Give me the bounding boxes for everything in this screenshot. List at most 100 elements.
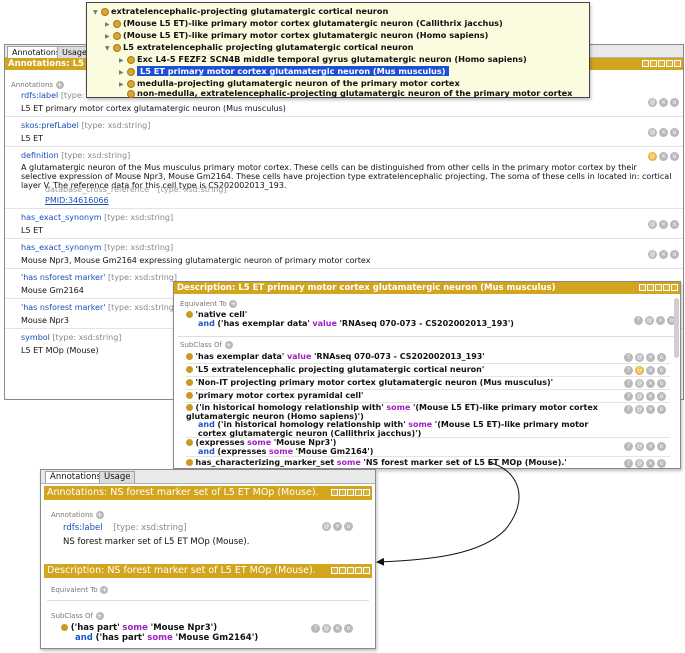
- tree-node[interactable]: ▶ (Mouse L5 ET)-like primary motor cortex…: [87, 29, 488, 41]
- tree-node[interactable]: non-medulla, extratelencephalic-projecti…: [87, 87, 572, 99]
- minimize-icon[interactable]: [655, 284, 662, 291]
- delete-icon[interactable]: ×: [659, 98, 668, 107]
- delete-icon[interactable]: ×: [646, 392, 655, 401]
- edit-icon[interactable]: o: [670, 250, 679, 259]
- annotate-icon[interactable]: @: [635, 366, 644, 375]
- explain-icon[interactable]: ?: [624, 442, 633, 451]
- close-icon[interactable]: [363, 489, 370, 496]
- delete-icon[interactable]: ×: [646, 366, 655, 375]
- add-annotation-icon[interactable]: +: [95, 510, 104, 519]
- explain-icon[interactable]: ?: [624, 459, 633, 468]
- annotate-icon[interactable]: @: [648, 220, 657, 229]
- pin-icon[interactable]: [339, 567, 346, 574]
- tree-node-selected[interactable]: ▶ L5 ET primary motor cortex glutamatergi…: [87, 65, 449, 77]
- delete-icon[interactable]: ×: [646, 353, 655, 362]
- annotation-property[interactable]: has_exact_synonym: [21, 213, 102, 222]
- tree-node[interactable]: ▶ Exc L4-5 FEZF2 SCN4B middle temporal gy…: [87, 53, 527, 65]
- edit-icon[interactable]: o: [670, 128, 679, 137]
- annotation-property[interactable]: definition: [21, 151, 59, 160]
- edit-icon[interactable]: o: [657, 405, 666, 414]
- close-icon[interactable]: [671, 284, 678, 291]
- add-equivalent-icon[interactable]: +: [100, 585, 109, 594]
- help-icon[interactable]: [639, 284, 646, 291]
- annotate-icon[interactable]: @: [635, 353, 644, 362]
- delete-icon[interactable]: ×: [646, 459, 655, 468]
- edit-icon[interactable]: o: [344, 522, 353, 531]
- edit-icon[interactable]: o: [657, 366, 666, 375]
- edit-icon[interactable]: o: [657, 353, 666, 362]
- axiom-annotation-property[interactable]: database_cross_reference: [45, 185, 149, 194]
- edit-icon[interactable]: o: [344, 624, 353, 633]
- edit-icon[interactable]: o: [670, 98, 679, 107]
- delete-icon[interactable]: ×: [333, 624, 342, 633]
- maximize-icon[interactable]: [663, 284, 670, 291]
- help-icon[interactable]: [642, 60, 649, 67]
- annotate-icon[interactable]: @: [645, 316, 654, 325]
- explain-icon[interactable]: ?: [624, 392, 633, 401]
- add-superclass-icon[interactable]: +: [95, 611, 104, 620]
- explain-icon[interactable]: ?: [624, 379, 633, 388]
- annotation-property[interactable]: rdfs:label: [63, 523, 103, 533]
- delete-icon[interactable]: ×: [659, 220, 668, 229]
- edit-icon[interactable]: o: [670, 152, 679, 161]
- annotate-icon[interactable]: @: [635, 392, 644, 401]
- explain-icon[interactable]: ?: [634, 316, 643, 325]
- explain-icon[interactable]: ?: [311, 624, 320, 633]
- annotate-icon[interactable]: @: [322, 624, 331, 633]
- annotate-icon[interactable]: @: [635, 442, 644, 451]
- annotation-property[interactable]: symbol: [21, 333, 50, 342]
- pin-icon[interactable]: [647, 284, 654, 291]
- add-equivalent-icon[interactable]: +: [229, 299, 238, 308]
- annotate-icon[interactable]: @: [648, 250, 657, 259]
- maximize-icon[interactable]: [355, 489, 362, 496]
- pin-icon[interactable]: [339, 489, 346, 496]
- delete-icon[interactable]: ×: [646, 405, 655, 414]
- minimize-icon[interactable]: [347, 567, 354, 574]
- add-superclass-icon[interactable]: +: [224, 340, 233, 349]
- annotation-property[interactable]: rdfs:label: [21, 91, 58, 100]
- annotation-property[interactable]: 'has nsforest marker': [21, 273, 105, 282]
- minimize-icon[interactable]: [658, 60, 665, 67]
- annotate-icon[interactable]: @: [648, 152, 657, 161]
- add-annotation-icon[interactable]: +: [55, 80, 64, 89]
- edit-icon[interactable]: o: [657, 392, 666, 401]
- delete-icon[interactable]: ×: [656, 316, 665, 325]
- explain-icon[interactable]: ?: [624, 405, 633, 414]
- edit-icon[interactable]: o: [657, 379, 666, 388]
- close-icon[interactable]: [674, 60, 681, 67]
- annotation-property[interactable]: has_exact_synonym: [21, 243, 102, 252]
- tree-node[interactable]: ▼ L5 extratelencephalic projecting glutam…: [87, 41, 414, 53]
- annotate-icon[interactable]: @: [635, 459, 644, 468]
- edit-icon[interactable]: o: [657, 442, 666, 451]
- annotate-icon[interactable]: @: [635, 379, 644, 388]
- minimize-icon[interactable]: [347, 489, 354, 496]
- delete-icon[interactable]: ×: [333, 522, 342, 531]
- annotate-icon[interactable]: @: [322, 522, 331, 531]
- tab-usage[interactable]: Usage: [99, 471, 136, 483]
- tab-annotations[interactable]: Annotations: [45, 471, 107, 483]
- explain-icon[interactable]: ?: [624, 366, 633, 375]
- annotate-icon[interactable]: @: [648, 98, 657, 107]
- annotation-property[interactable]: skos:prefLabel: [21, 121, 79, 130]
- maximize-icon[interactable]: [355, 567, 362, 574]
- pin-icon[interactable]: [650, 60, 657, 67]
- vertical-scrollbar[interactable]: [674, 298, 679, 358]
- explain-icon[interactable]: ?: [624, 353, 633, 362]
- close-icon[interactable]: [363, 567, 370, 574]
- tree-node[interactable]: ▼ extratelencephalic-projecting glutamate…: [87, 5, 388, 17]
- delete-icon[interactable]: ×: [646, 442, 655, 451]
- delete-icon[interactable]: ×: [659, 250, 668, 259]
- annotation-property[interactable]: 'has nsforest marker': [21, 303, 105, 312]
- edit-icon[interactable]: o: [657, 459, 666, 468]
- delete-icon[interactable]: ×: [659, 152, 668, 161]
- delete-icon[interactable]: ×: [646, 379, 655, 388]
- help-icon[interactable]: [331, 567, 338, 574]
- axiom-annotation-value[interactable]: PMID:34616066: [45, 196, 109, 205]
- tree-node[interactable]: ▶ (Mouse L5 ET)-like primary motor cortex…: [87, 17, 503, 29]
- help-icon[interactable]: [331, 489, 338, 496]
- annotate-icon[interactable]: @: [648, 128, 657, 137]
- edit-icon[interactable]: o: [670, 220, 679, 229]
- delete-icon[interactable]: ×: [659, 128, 668, 137]
- annotate-icon[interactable]: @: [635, 405, 644, 414]
- maximize-icon[interactable]: [666, 60, 673, 67]
